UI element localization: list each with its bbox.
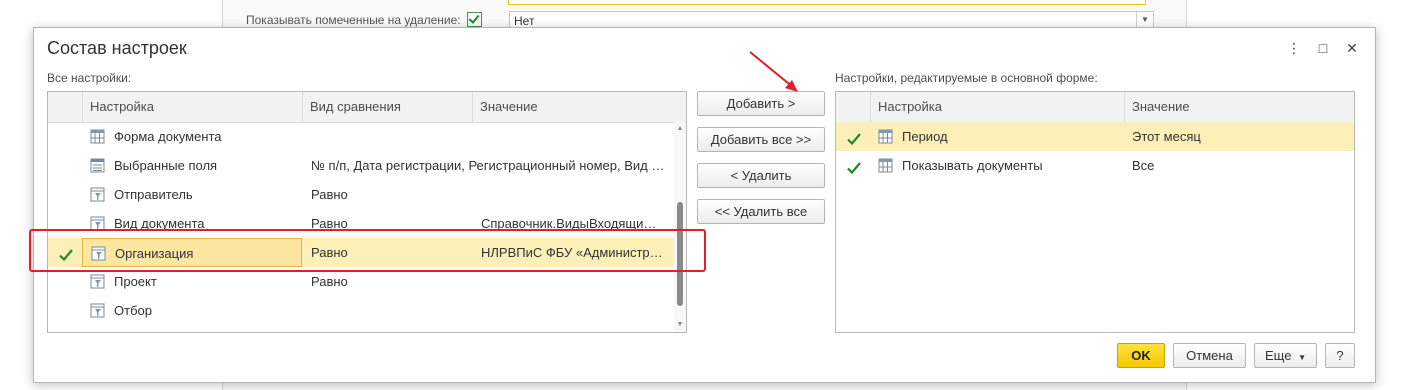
setting-name-cell[interactable]: Форма документа	[82, 122, 302, 151]
setting-name-cell[interactable]: Организация	[82, 238, 302, 267]
column-header-value[interactable]: Значение	[1124, 92, 1354, 122]
setting-name: Проект	[114, 274, 157, 289]
settings-table-icon	[878, 129, 893, 144]
value-cell[interactable]: Справочник.ВидыВходящи…	[481, 209, 667, 238]
setting-name-cell[interactable]: Вид документа	[82, 209, 302, 238]
settings-table-icon	[90, 129, 105, 144]
settings-composition-dialog: Состав настроек ⋮ □ ✕ Все настройки: Нас…	[33, 27, 1376, 383]
value-cell[interactable]: Этот месяц	[1132, 122, 1342, 151]
check-icon	[846, 128, 862, 146]
editable-settings-table-header: Настройка Значение	[836, 92, 1354, 123]
filter-icon	[90, 274, 105, 289]
background-show-deleted-checkbox[interactable]	[466, 12, 482, 27]
annotation-arrow-icon	[749, 51, 798, 92]
table-row[interactable]: Выбранные поля № п/п, Дата регистрации, Р…	[48, 151, 674, 180]
setting-name-cell[interactable]: Выбранные поля	[82, 151, 302, 180]
scroll-up-icon[interactable]: ▲	[676, 125, 684, 133]
table-row[interactable]: Период Этот месяц	[836, 122, 1354, 151]
value-cell[interactable]: Все	[1132, 151, 1342, 180]
cancel-button[interactable]: Отмена	[1173, 343, 1246, 368]
comparison-cell[interactable]	[311, 296, 667, 325]
setting-name: Отправитель	[114, 187, 193, 202]
table-row[interactable]: Отправитель Равно	[48, 180, 674, 209]
filter-icon	[91, 246, 106, 261]
filter-icon	[90, 216, 105, 231]
column-header-comparison[interactable]: Вид сравнения	[302, 92, 472, 122]
check-icon	[846, 157, 862, 175]
table-row[interactable]: Проект Равно	[48, 267, 674, 296]
table-row[interactable]: Отбор	[48, 296, 674, 325]
chevron-down-icon: ▼	[1298, 353, 1306, 362]
filter-icon	[90, 303, 105, 318]
remove-button[interactable]: < Удалить	[697, 163, 825, 188]
settings-table-icon	[878, 158, 893, 173]
more-menu-icon[interactable]: ⋮	[1286, 40, 1302, 56]
help-button[interactable]: ?	[1325, 343, 1355, 368]
check-icon	[58, 244, 74, 262]
background-show-deleted-label: Показывать помеченные на удаление:	[246, 12, 461, 27]
column-header-value[interactable]: Значение	[472, 92, 674, 122]
comparison-cell[interactable]: № п/п, Дата регистрации, Регистрационный…	[311, 151, 667, 180]
table-row[interactable]: Форма документа	[48, 122, 674, 151]
column-header-setting[interactable]: Настройка	[82, 92, 302, 122]
setting-name: Организация	[115, 246, 194, 261]
column-header-setting[interactable]: Настройка	[870, 92, 1124, 122]
maximize-icon[interactable]: □	[1315, 40, 1331, 56]
setting-name: Форма документа	[114, 129, 222, 144]
close-icon[interactable]: ✕	[1344, 40, 1360, 56]
background-show-deleted-row: Показывать помеченные на удаление:	[246, 12, 482, 27]
setting-name-cell[interactable]: Отправитель	[82, 180, 302, 209]
background-field-border	[508, 0, 1146, 5]
dialog-title: Состав настроек	[47, 38, 187, 58]
more-button-label: Еще	[1265, 348, 1292, 363]
comparison-cell[interactable]: Равно	[311, 180, 667, 209]
vertical-scrollbar[interactable]: ▲ ▼	[674, 122, 686, 332]
remove-all-button[interactable]: << Удалить все	[697, 199, 825, 224]
editable-settings-label: Настройки, редактируемые в основной форм…	[835, 71, 1098, 85]
add-all-button[interactable]: Добавить все >>	[697, 127, 825, 152]
more-button[interactable]: Еще ▼	[1254, 343, 1317, 368]
filter-icon	[90, 187, 105, 202]
table-row[interactable]: Показывать документы Все	[836, 151, 1354, 180]
setting-name: Показывать документы	[902, 158, 1043, 173]
setting-name: Выбранные поля	[114, 158, 218, 173]
setting-name: Отбор	[114, 303, 152, 318]
scroll-down-icon[interactable]: ▼	[676, 321, 684, 329]
value-cell[interactable]: НЛРВПиС ФБУ «Администр…	[481, 238, 667, 267]
all-settings-table-header: Настройка Вид сравнения Значение	[48, 92, 686, 123]
setting-name-cell[interactable]: Отбор	[82, 296, 302, 325]
editable-settings-table[interactable]: Настройка Значение Период Этот месяц Показ…	[835, 91, 1355, 333]
scrollbar-thumb[interactable]	[677, 202, 683, 306]
fields-list-icon	[90, 158, 105, 173]
all-settings-label: Все настройки:	[47, 71, 132, 85]
comparison-cell[interactable]: Равно	[311, 267, 667, 296]
table-row[interactable]: Организация Равно НЛРВПиС ФБУ «Администр…	[48, 238, 674, 267]
background-select-value: Нет	[514, 14, 535, 28]
comparison-cell[interactable]	[311, 122, 667, 151]
setting-name: Вид документа	[114, 216, 205, 231]
all-settings-table[interactable]: Настройка Вид сравнения Значение Форма д…	[47, 91, 687, 333]
setting-name-cell[interactable]: Проект	[82, 267, 302, 296]
ok-button[interactable]: OK	[1117, 343, 1165, 368]
setting-name: Период	[902, 129, 948, 144]
chevron-down-icon[interactable]: ▼	[1136, 12, 1153, 28]
table-row[interactable]: Вид документа Равно Справочник.ВидыВходящи…	[48, 209, 674, 238]
